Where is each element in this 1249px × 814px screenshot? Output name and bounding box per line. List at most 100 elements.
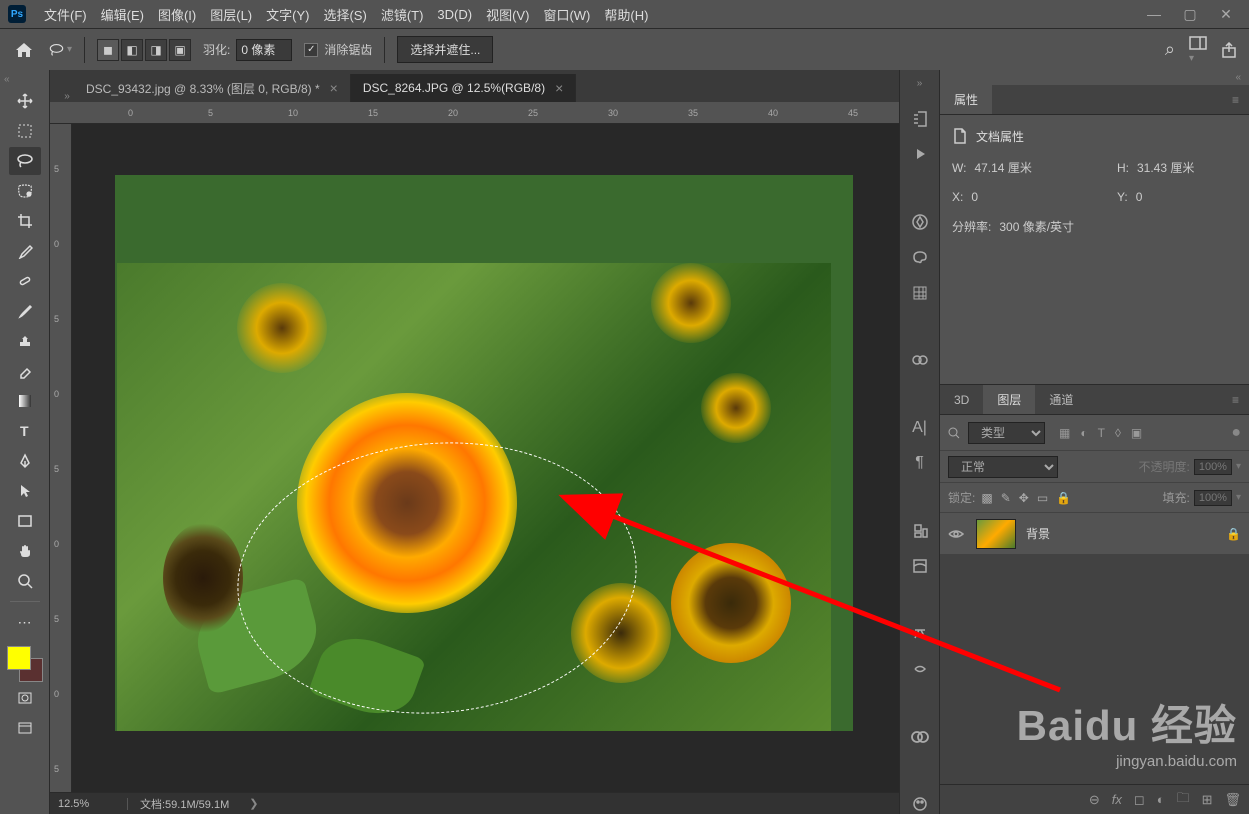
paragraph-icon[interactable]: ¶ xyxy=(908,453,932,472)
color-swatches[interactable] xyxy=(7,646,43,682)
canvas[interactable] xyxy=(115,175,853,731)
menu-edit[interactable]: 编辑(E) xyxy=(95,1,150,28)
feather-input[interactable] xyxy=(236,39,292,61)
menu-view[interactable]: 视图(V) xyxy=(480,1,535,28)
selection-subtract[interactable]: ◨ xyxy=(145,39,167,61)
cc-icon[interactable] xyxy=(908,727,932,746)
search-icon[interactable]: ⌕ xyxy=(1165,39,1175,60)
filter-shape-icon[interactable]: ◊ xyxy=(1115,426,1121,440)
menu-help[interactable]: 帮助(H) xyxy=(598,1,654,28)
filter-smartobject-icon[interactable]: ▣ xyxy=(1131,426,1142,440)
layer-mask-icon[interactable]: ◻ xyxy=(1134,792,1145,808)
antialias-checkbox[interactable]: ✓ xyxy=(304,43,318,57)
new-layer-icon[interactable]: ⊞ xyxy=(1202,792,1213,808)
type-tool[interactable]: T xyxy=(9,417,41,445)
selection-add[interactable]: ◧ xyxy=(121,39,143,61)
home-icon[interactable] xyxy=(12,38,36,62)
comments-icon[interactable] xyxy=(908,794,932,813)
visibility-toggle[interactable] xyxy=(948,528,966,540)
history-icon[interactable] xyxy=(908,109,932,128)
libraries-icon[interactable] xyxy=(908,521,932,540)
doc-tab-2[interactable]: DSC_8264.JPG @ 12.5%(RGB/8) × xyxy=(351,74,576,102)
menu-window[interactable]: 窗口(W) xyxy=(537,1,596,28)
layer-effects-icon[interactable]: fx xyxy=(1112,792,1122,807)
swatches-icon[interactable] xyxy=(908,283,932,302)
layer-thumbnail[interactable] xyxy=(976,519,1016,549)
blend-mode-select[interactable]: 正常 xyxy=(948,456,1058,478)
rectangle-tool[interactable] xyxy=(9,507,41,535)
layers-tab[interactable]: 图层 xyxy=(983,385,1035,414)
link-layers-icon[interactable]: ⊖ xyxy=(1089,792,1100,808)
3d-tab[interactable]: 3D xyxy=(940,387,983,413)
properties-tab[interactable]: 属性 xyxy=(940,85,992,114)
menu-file[interactable]: 文件(F) xyxy=(38,1,93,28)
menu-filter[interactable]: 滤镜(T) xyxy=(375,1,430,28)
filter-pixel-icon[interactable]: ▦ xyxy=(1059,426,1070,440)
lock-artboard-icon[interactable]: ▭ xyxy=(1037,491,1048,505)
quick-mask-tool[interactable] xyxy=(9,684,41,712)
foreground-color-swatch[interactable] xyxy=(7,646,31,670)
marquee-tool[interactable] xyxy=(9,117,41,145)
window-minimize[interactable]: — xyxy=(1139,4,1169,24)
menu-3d[interactable]: 3D(D) xyxy=(431,3,478,26)
navigator-icon[interactable] xyxy=(908,212,932,231)
delete-layer-icon[interactable]: 🗑 xyxy=(1224,792,1241,808)
actions-icon[interactable] xyxy=(908,144,932,163)
pen-tool[interactable] xyxy=(9,447,41,475)
opacity-value[interactable]: 100% xyxy=(1194,459,1232,475)
adjustment-layer-icon[interactable]: ◐ xyxy=(1157,792,1165,807)
select-and-mask-button[interactable]: 选择并遮住... xyxy=(397,36,493,63)
eyedropper-tool[interactable] xyxy=(9,237,41,265)
layer-group-icon[interactable]: 🗀 xyxy=(1177,789,1190,811)
clone-stamp-tool[interactable] xyxy=(9,327,41,355)
styles-icon[interactable] xyxy=(908,556,932,575)
window-close[interactable]: ✕ xyxy=(1211,4,1241,24)
color-icon[interactable] xyxy=(908,247,932,266)
filter-adjustment-icon[interactable]: ◐ xyxy=(1080,426,1087,440)
filter-type-icon[interactable]: T xyxy=(1098,426,1105,440)
move-tool[interactable] xyxy=(9,87,41,115)
quick-selection-tool[interactable] xyxy=(9,177,41,205)
collapse-icon[interactable]: « xyxy=(4,74,10,85)
lock-position-icon[interactable]: ✥ xyxy=(1019,491,1029,505)
lock-image-icon[interactable]: ✎ xyxy=(1001,491,1011,505)
lock-transparency-icon[interactable]: ▩ xyxy=(981,491,992,505)
doc-tab-1[interactable]: DSC_93432.jpg @ 8.33% (图层 0, RGB/8) * × xyxy=(74,74,351,102)
brush-settings-icon[interactable] xyxy=(908,659,932,678)
menu-select[interactable]: 选择(S) xyxy=(317,1,372,28)
search-icon[interactable] xyxy=(948,427,960,439)
healing-brush-tool[interactable] xyxy=(9,267,41,295)
expand-icon[interactable]: » xyxy=(60,91,74,102)
collapse-icon[interactable]: « xyxy=(940,70,1249,85)
hand-tool[interactable] xyxy=(9,537,41,565)
adjustments-icon[interactable] xyxy=(908,350,932,369)
menu-type[interactable]: 文字(Y) xyxy=(260,1,315,28)
expand-icon[interactable]: » xyxy=(917,78,923,89)
share-icon[interactable] xyxy=(1221,42,1237,58)
window-maximize[interactable]: ▢ xyxy=(1175,4,1205,24)
chevron-right-icon[interactable]: ❯ xyxy=(249,797,258,810)
screen-mode-tool[interactable] xyxy=(9,714,41,742)
lasso-tool-indicator[interactable]: ▾ xyxy=(48,38,72,62)
filter-toggle-icon[interactable]: ● xyxy=(1231,424,1241,442)
zoom-tool[interactable] xyxy=(9,567,41,595)
modifier-keys-icon[interactable] xyxy=(908,624,932,643)
path-selection-tool[interactable] xyxy=(9,477,41,505)
crop-tool[interactable] xyxy=(9,207,41,235)
menu-layer[interactable]: 图层(L) xyxy=(204,1,258,28)
doc-size[interactable]: 文档:59.1M/59.1M xyxy=(128,796,241,812)
layer-filter-type[interactable]: 类型 xyxy=(968,422,1045,444)
gradient-tool[interactable] xyxy=(9,387,41,415)
layer-item-background[interactable]: 背景 🔒 xyxy=(940,513,1249,555)
layer-name[interactable]: 背景 xyxy=(1026,525,1216,542)
character-icon[interactable]: A| xyxy=(908,418,932,437)
eraser-tool[interactable] xyxy=(9,357,41,385)
brush-tool[interactable] xyxy=(9,297,41,325)
close-icon[interactable]: × xyxy=(330,80,338,96)
close-icon[interactable]: × xyxy=(555,80,563,96)
canvas-viewport[interactable] xyxy=(72,124,899,792)
panel-menu-icon[interactable]: ≡ xyxy=(1222,393,1249,407)
selection-new[interactable]: ◼ xyxy=(97,39,119,61)
menu-image[interactable]: 图像(I) xyxy=(152,1,202,28)
workspace-icon[interactable]: ▾ xyxy=(1189,36,1207,64)
